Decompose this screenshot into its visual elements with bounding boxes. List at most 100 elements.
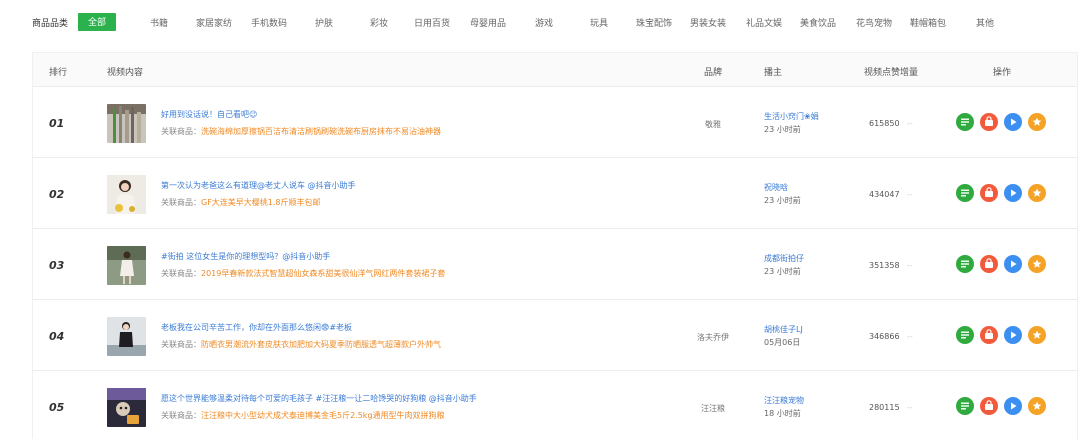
category-games[interactable]: 游戏 [535, 16, 553, 29]
ranking-table: 排行 视频内容 品牌 播主 视频点赞增量 操作 01 好用到没话说！自己看吧😉 … [32, 52, 1078, 439]
table-row: 01 好用到没话说！自己看吧😉 关联商品：洗碗海绵加厚擦锅百洁布清洁刷锅刷碗洗碗… [33, 87, 1077, 158]
anchor-name[interactable]: 成都街拍仔 [764, 253, 804, 264]
post-time: 05月06日 [764, 338, 801, 347]
rank-number: 05 [49, 401, 65, 414]
video-thumbnail[interactable] [107, 104, 146, 143]
list-icon[interactable] [956, 397, 974, 415]
table-row: 03 #街拍 这位女生是你的理想型吗？@抖音小助手 关联商品：2019早春新款法… [33, 229, 1077, 300]
category-jewelry[interactable]: 珠宝配饰 [636, 16, 672, 29]
likes-increment: 346866 [869, 332, 900, 341]
table-header: 排行 视频内容 品牌 播主 视频点赞增量 操作 [33, 53, 1077, 87]
video-title[interactable]: #街拍 这位女生是你的理想型吗？@抖音小助手 [161, 251, 330, 262]
row-actions [956, 397, 1056, 415]
row-actions [956, 113, 1056, 131]
play-icon[interactable] [1004, 113, 1022, 131]
shop-bag-icon[interactable] [980, 113, 998, 131]
table-row: 05 愿这个世界能够温柔对待每个可爱的毛孩子 #汪汪粮一让二哈馋哭的好狗粮 @抖… [33, 371, 1077, 439]
shop-bag-icon[interactable] [980, 255, 998, 273]
list-icon[interactable] [956, 113, 974, 131]
related-product: 关联商品：洗碗海绵加厚擦锅百洁布清洁刷锅刷碗洗碗布厨房抹布不易沾油神器 [161, 126, 441, 137]
category-label: 商品品类 [32, 19, 69, 29]
post-time: 23 小时前 [764, 196, 801, 205]
trend-indicator: -- [907, 332, 913, 341]
post-time: 23 小时前 [764, 125, 801, 134]
anchor-name[interactable]: 汪汪粮宠物 [764, 395, 804, 406]
rank-number: 03 [49, 259, 65, 272]
rank-number: 02 [49, 188, 65, 201]
video-thumbnail[interactable] [107, 388, 146, 427]
video-thumbnail[interactable] [107, 317, 146, 356]
trend-indicator: -- [907, 261, 913, 270]
category-baby[interactable]: 母婴用品 [470, 16, 506, 29]
related-product: 关联商品：防晒衣男潮流外套皮肤衣加肥加大码夏季防晒服透气超薄款户外帅气 [161, 339, 441, 350]
list-icon[interactable] [956, 255, 974, 273]
related-product-link[interactable]: 防晒衣男潮流外套皮肤衣加肥加大码夏季防晒服透气超薄款户外帅气 [201, 340, 441, 349]
category-toys[interactable]: 玩具 [590, 16, 608, 29]
trend-indicator: -- [907, 190, 913, 199]
brand-name: 洛夫乔伊 [697, 333, 729, 342]
table-row: 04 老板我在公司辛苦工作，你却在外面那么悠闲😨#老板 关联商品：防晒衣男潮流外… [33, 300, 1077, 371]
category-digital[interactable]: 手机数码 [251, 16, 287, 29]
play-icon[interactable] [1004, 255, 1022, 273]
row-actions [956, 326, 1056, 344]
category-daily-goods[interactable]: 日用百货 [414, 16, 450, 29]
anchor-name[interactable]: 生活小窍门❀娟 [764, 111, 819, 122]
category-apparel[interactable]: 男装女装 [690, 16, 726, 29]
video-title[interactable]: 老板我在公司辛苦工作，你却在外面那么悠闲😨#老板 [161, 322, 352, 333]
related-product: 关联商品：汪汪粮中大小型幼犬成犬泰迪博美金毛5斤2.5kg通用型牛肉双拼狗粮 [161, 410, 445, 421]
star-icon[interactable] [1028, 113, 1046, 131]
video-thumbnail[interactable] [107, 246, 146, 285]
related-product-link[interactable]: 2019早春新款法式智慧超仙女森系甜美很仙洋气网红两件套装裙子套 [201, 269, 445, 278]
related-product-link[interactable]: GF大连美早大樱桃1.8斤顺丰包邮 [201, 198, 321, 207]
category-all[interactable]: 全部 [78, 13, 117, 31]
category-makeup[interactable]: 彩妆 [370, 16, 388, 29]
brand-name: 汪汪粮 [701, 404, 725, 413]
shop-bag-icon[interactable] [980, 184, 998, 202]
related-product-prefix: 关联商品： [161, 198, 201, 207]
star-icon[interactable] [1028, 397, 1046, 415]
related-product-prefix: 关联商品： [161, 269, 201, 278]
video-title[interactable]: 第一次认为老爸这么有道理@老丈人说车 @抖音小助手 [161, 180, 356, 191]
category-skincare[interactable]: 护肤 [315, 16, 333, 29]
trend-indicator: -- [907, 403, 913, 412]
brand-name: 敬雅 [705, 120, 721, 129]
header-likes: 视频点赞增量 [864, 68, 919, 78]
header-video: 视频内容 [107, 68, 144, 78]
header-brand: 品牌 [704, 68, 723, 78]
row-actions [956, 255, 1056, 273]
row-actions [956, 184, 1056, 202]
likes-increment: 615850 [869, 119, 900, 128]
category-food[interactable]: 美食饮品 [800, 16, 836, 29]
category-books[interactable]: 书籍 [150, 16, 168, 29]
category-pets[interactable]: 花鸟宠物 [856, 16, 892, 29]
shop-bag-icon[interactable] [980, 397, 998, 415]
video-title[interactable]: 愿这个世界能够温柔对待每个可爱的毛孩子 #汪汪粮一让二哈馋哭的好狗粮 @抖音小助… [161, 393, 477, 404]
video-thumbnail[interactable] [107, 175, 146, 214]
header-rank: 排行 [49, 68, 68, 78]
list-icon[interactable] [956, 184, 974, 202]
related-product-link[interactable]: 汪汪粮中大小型幼犬成犬泰迪博美金毛5斤2.5kg通用型牛肉双拼狗粮 [201, 411, 445, 420]
star-icon[interactable] [1028, 255, 1046, 273]
post-time: 23 小时前 [764, 267, 801, 276]
category-home-textile[interactable]: 家居家纺 [196, 16, 232, 29]
related-product-link[interactable]: 洗碗海绵加厚擦锅百洁布清洁刷锅刷碗洗碗布厨房抹布不易沾油神器 [201, 127, 441, 136]
related-product: 关联商品：2019早春新款法式智慧超仙女森系甜美很仙洋气网红两件套装裙子套 [161, 268, 445, 279]
play-icon[interactable] [1004, 397, 1022, 415]
related-product-prefix: 关联商品： [161, 411, 201, 420]
related-product-prefix: 关联商品： [161, 127, 201, 136]
video-title[interactable]: 好用到没话说！自己看吧😉 [161, 109, 257, 120]
anchor-name[interactable]: 祝晓晗 [764, 182, 788, 193]
list-icon[interactable] [956, 326, 974, 344]
play-icon[interactable] [1004, 184, 1022, 202]
table-row: 02 第一次认为老爸这么有道理@老丈人说车 @抖音小助手 关联商品：GF大连美早… [33, 158, 1077, 229]
star-icon[interactable] [1028, 326, 1046, 344]
category-shoes-bags[interactable]: 鞋帽箱包 [910, 16, 946, 29]
category-gifts[interactable]: 礼品文娱 [746, 16, 782, 29]
shop-bag-icon[interactable] [980, 326, 998, 344]
star-icon[interactable] [1028, 184, 1046, 202]
play-icon[interactable] [1004, 326, 1022, 344]
header-actions: 操作 [993, 68, 1012, 78]
trend-indicator: -- [907, 119, 913, 128]
category-other[interactable]: 其他 [976, 16, 994, 29]
anchor-name[interactable]: 胡桃佳子LJ [764, 324, 803, 335]
